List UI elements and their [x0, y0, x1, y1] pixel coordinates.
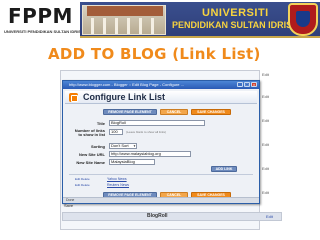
- new-site-url-input[interactable]: http://www.malaysiablog.org: [109, 151, 191, 157]
- link-actions[interactable]: Edit Delete: [75, 177, 90, 181]
- number-of-links-label: Number of links to show in list: [74, 128, 105, 137]
- banner-title: UNIVERSITI: [202, 7, 269, 19]
- close-icon[interactable]: ×: [251, 82, 257, 87]
- browser-titlebar[interactable]: http://www.blogger.com - Blogger :: Edit…: [63, 81, 259, 89]
- browser-window-title: http://www.blogger.com - Blogger :: Edit…: [69, 82, 184, 87]
- link-name[interactable]: Reuters News: [107, 183, 129, 187]
- university-crest-icon: [288, 3, 318, 36]
- link-name[interactable]: Yahoo News: [107, 177, 127, 181]
- browser-status-bar: Done: [63, 197, 259, 203]
- title-label: Title: [96, 121, 105, 126]
- background-blogroll-edit-link[interactable]: Edit: [266, 214, 273, 219]
- minimize-icon[interactable]: _: [237, 82, 243, 87]
- chevron-down-icon[interactable]: ▼: [133, 144, 136, 148]
- new-site-url-label: New Site URL: [78, 152, 105, 157]
- save-changes-button[interactable]: SAVE CHANGES: [191, 109, 231, 115]
- blogger-icon: [69, 93, 78, 102]
- dialog-title: Configure Link List: [83, 92, 165, 102]
- background-blogroll-bar: [62, 212, 282, 221]
- background-edit-link[interactable]: Edit: [262, 118, 282, 123]
- building-image: [82, 5, 166, 35]
- new-site-name-label: New Site Name: [76, 160, 105, 165]
- background-edit-link[interactable]: Edit: [262, 166, 282, 171]
- slide-title: ADD TO BLOG (Link List): [48, 45, 261, 63]
- number-of-links-note: (Leave blank to show all links): [126, 130, 167, 134]
- link-actions[interactable]: Edit Delete: [75, 183, 90, 187]
- slide: FPPM UNIVERSITI PENDIDIKAN SULTAN IDRIS …: [0, 0, 320, 240]
- cancel-button[interactable]: CANCEL: [160, 109, 188, 115]
- number-of-links-input[interactable]: 100: [109, 129, 123, 135]
- maximize-icon[interactable]: □: [244, 82, 250, 87]
- add-link-button[interactable]: ADD LINK: [211, 166, 237, 172]
- background-edit-link[interactable]: Edit: [262, 72, 282, 77]
- title-input[interactable]: BlogRoll: [109, 120, 205, 126]
- fppm-logo-text: FPPM: [8, 4, 73, 28]
- background-edit-link[interactable]: Edit: [262, 94, 282, 99]
- background-blogroll-label: BlogRoll: [147, 213, 168, 219]
- link-list-divider: [69, 174, 253, 175]
- banner-subtitle: PENDIDIKAN SULTAN IDRIS: [172, 20, 293, 30]
- university-banner: UNIVERSITI PENDIDIKAN SULTAN IDRIS: [80, 2, 320, 38]
- background-edit-link[interactable]: Edit: [262, 190, 282, 195]
- dialog-header: Configure Link List: [65, 91, 257, 104]
- remove-page-element-button[interactable]: REMOVE PAGE ELEMENT: [103, 109, 157, 115]
- background-edit-link[interactable]: Edit: [262, 142, 282, 147]
- background-edit-column: Edit Edit Edit Edit Edit Edit Edit: [262, 72, 282, 222]
- new-site-name-input[interactable]: MalaysiaBlog: [109, 159, 155, 165]
- fppm-logo-subtitle: UNIVERSITI PENDIDIKAN SULTAN IDRIS: [4, 29, 81, 34]
- browser-window: http://www.blogger.com - Blogger :: Edit…: [62, 80, 260, 204]
- sorting-label: Sorting: [91, 144, 105, 149]
- fppm-logo: FPPM UNIVERSITI PENDIDIKAN SULTAN IDRIS: [2, 2, 81, 36]
